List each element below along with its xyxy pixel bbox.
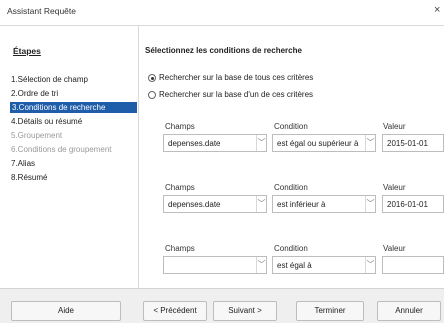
row1-valeur-label: Valeur xyxy=(383,122,406,131)
step-4-details-summary[interactable]: 4.Détails ou résumé xyxy=(11,117,82,126)
previous-button[interactable]: < Précédent xyxy=(143,301,207,321)
row2-condition-label: Condition xyxy=(274,183,308,192)
chevron-down-icon[interactable]: ﹀ xyxy=(365,135,375,151)
row2-condition-select[interactable]: est inférieur à xyxy=(272,195,376,213)
row1-condition-select[interactable]: est égal ou supérieur à xyxy=(272,134,376,152)
row1-field-value: depenses.date xyxy=(168,139,221,148)
step-7-alias[interactable]: 7.Alias xyxy=(11,159,35,168)
chevron-down-icon[interactable]: ﹀ xyxy=(365,257,375,273)
page-title: Sélectionnez les conditions de recherche xyxy=(145,46,302,55)
row3-condition-select[interactable]: est égal à xyxy=(272,256,376,274)
finish-button[interactable]: Terminer xyxy=(296,301,364,321)
chevron-down-icon[interactable]: ﹀ xyxy=(365,196,375,212)
row1-condition-value: est égal ou supérieur à xyxy=(277,139,359,148)
step-6-grouping-conditions: 6.Conditions de groupement xyxy=(11,145,112,154)
chevron-down-icon[interactable]: ﹀ xyxy=(256,196,266,212)
row3-valeur-label: Valeur xyxy=(383,244,406,253)
chevron-down-icon[interactable]: ﹀ xyxy=(256,257,266,273)
radio-any-criteria[interactable] xyxy=(148,91,156,99)
row2-valeur-label: Valeur xyxy=(383,183,406,192)
radio-all-criteria-label[interactable]: Rechercher sur la base de tous ces critè… xyxy=(159,73,313,82)
chevron-down-icon[interactable]: ﹀ xyxy=(256,135,266,151)
radio-all-criteria[interactable] xyxy=(148,74,156,82)
row3-condition-value: est égal à xyxy=(277,261,312,270)
row3-field-select[interactable] xyxy=(163,256,267,274)
cancel-button[interactable]: Annuler xyxy=(377,301,441,321)
row3-value-input[interactable] xyxy=(382,256,444,274)
step-3-search-conditions[interactable]: 3.Conditions de recherche xyxy=(10,102,137,113)
row2-champs-label: Champs xyxy=(165,183,195,192)
window-title: Assistant Requête xyxy=(7,6,76,16)
steps-title: Étapes xyxy=(13,46,41,56)
step-1-field-selection[interactable]: 1.Sélection de champ xyxy=(11,75,88,84)
row1-champs-label: Champs xyxy=(165,122,195,131)
row1-condition-label: Condition xyxy=(274,122,308,131)
help-button[interactable]: Aide xyxy=(11,301,121,321)
next-button[interactable]: Suivant > xyxy=(213,301,277,321)
row1-field-select[interactable]: depenses.date xyxy=(163,134,267,152)
step-5-grouping: 5.Groupement xyxy=(11,131,63,140)
row2-field-value: depenses.date xyxy=(168,200,221,209)
pane-divider xyxy=(138,26,139,288)
step-2-sort-order[interactable]: 2.Ordre de tri xyxy=(11,89,58,98)
row2-condition-value: est inférieur à xyxy=(277,200,326,209)
row2-value-text: 2016-01-01 xyxy=(387,200,428,209)
row2-value-input[interactable]: 2016-01-01 xyxy=(382,195,444,213)
row3-condition-label: Condition xyxy=(274,244,308,253)
row2-field-select[interactable]: depenses.date xyxy=(163,195,267,213)
row3-champs-label: Champs xyxy=(165,244,195,253)
step-8-summary[interactable]: 8.Résumé xyxy=(11,173,47,182)
close-icon[interactable]: × xyxy=(434,4,440,16)
row1-value-input[interactable]: 2015-01-01 xyxy=(382,134,444,152)
radio-any-criteria-label[interactable]: Rechercher sur la base d'un de ces critè… xyxy=(159,90,313,99)
row1-value-text: 2015-01-01 xyxy=(387,139,428,148)
steps-pane xyxy=(0,26,138,288)
